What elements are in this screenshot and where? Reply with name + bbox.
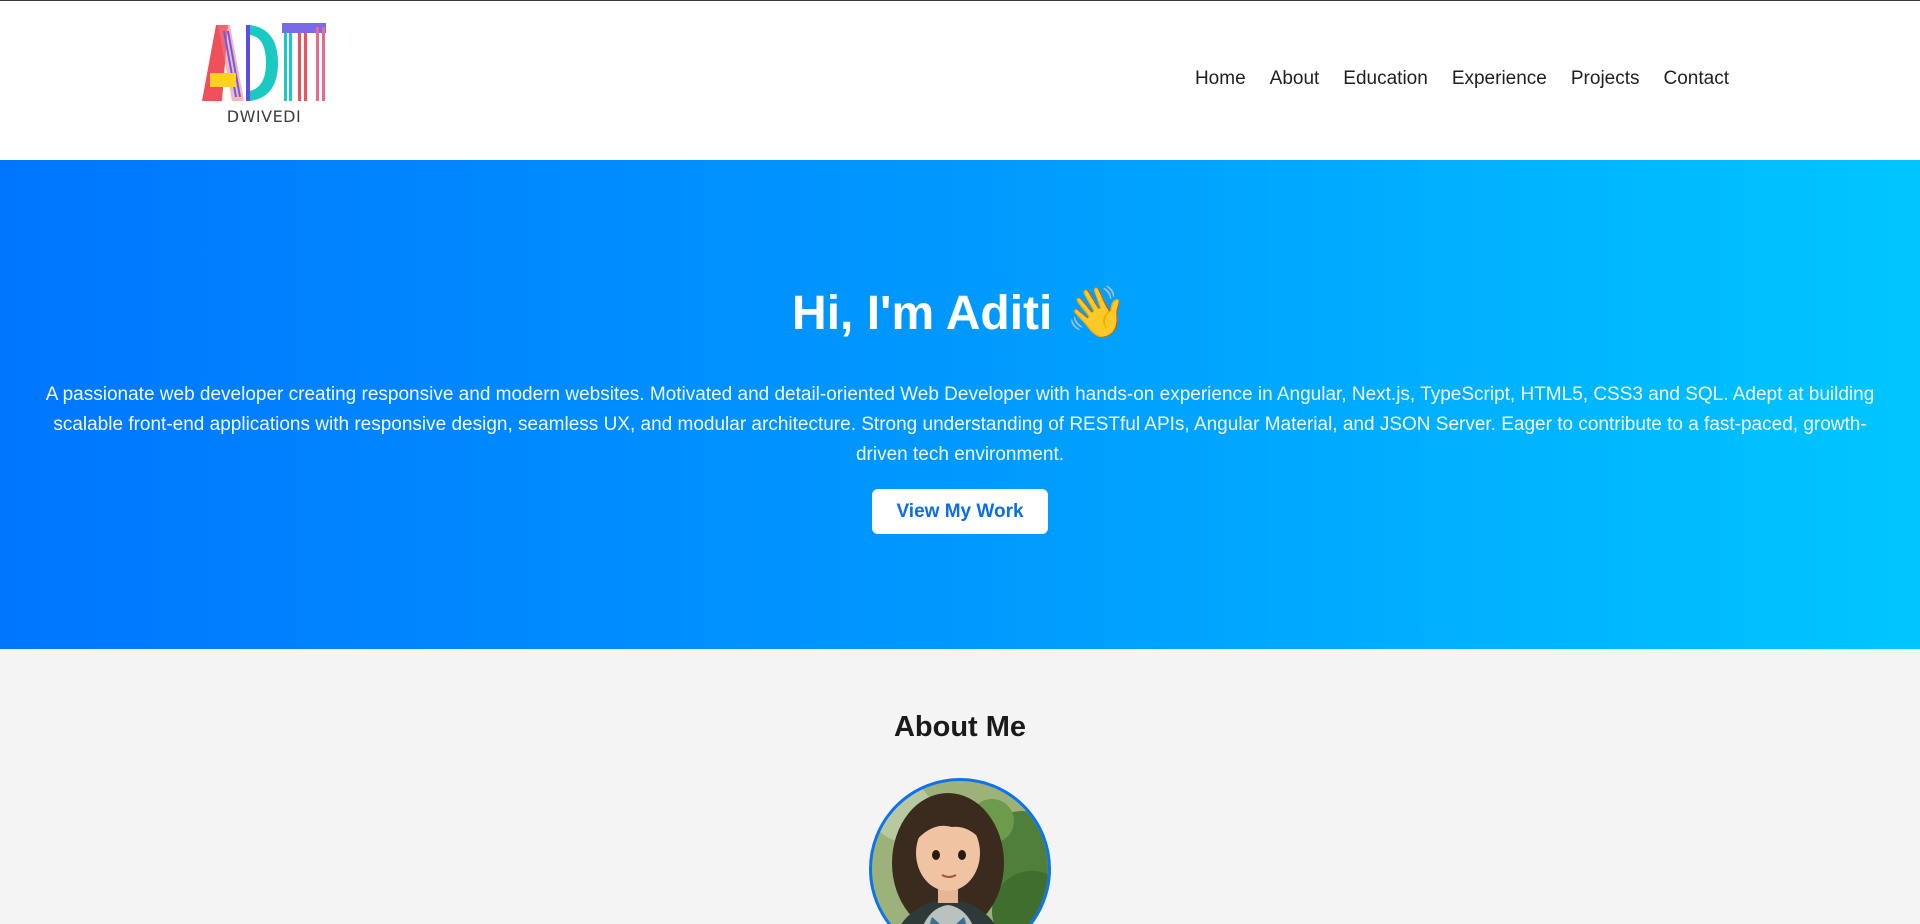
about-title: About Me	[893, 711, 1027, 743]
waving-hand-icon: 👋	[1065, 284, 1128, 340]
hero-title: Hi, I'm Aditi 👋	[0, 284, 1920, 342]
avatar	[869, 778, 1051, 924]
hero-title-text: Hi, I'm Aditi	[792, 287, 1053, 340]
logo-mark-icon	[202, 23, 326, 101]
nav-experience[interactable]: Experience	[1452, 67, 1547, 91]
hero-section: Hi, I'm Aditi 👋 A passionate web develop…	[0, 160, 1920, 649]
nav-about[interactable]: About	[1270, 67, 1320, 91]
hero-description: A passionate web developer creating resp…	[45, 384, 1875, 465]
site-logo[interactable]: DWIVEDI	[200, 21, 332, 131]
main-nav: Home About Education Experience Projects…	[1171, 67, 1729, 91]
profile-illustration-icon	[872, 781, 1048, 924]
logo-subtitle: DWIVEDI	[226, 107, 302, 126]
nav-education[interactable]: Education	[1343, 67, 1428, 91]
nav-contact[interactable]: Contact	[1664, 67, 1729, 91]
nav-home[interactable]: Home	[1195, 67, 1246, 91]
nav-projects[interactable]: Projects	[1571, 67, 1640, 91]
site-header: DWIVEDI Home About Education Experience …	[0, 1, 1920, 160]
view-my-work-button[interactable]: View My Work	[872, 489, 1048, 534]
